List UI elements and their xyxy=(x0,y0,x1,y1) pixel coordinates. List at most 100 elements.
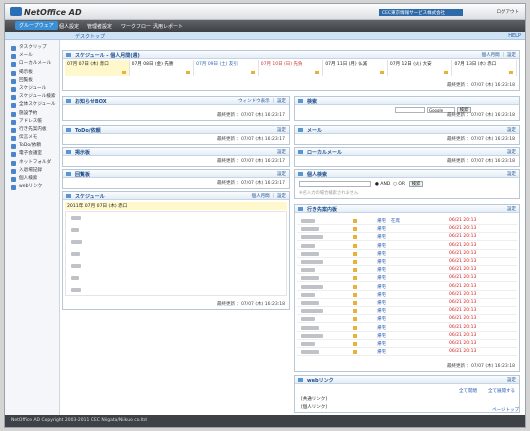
destination-row[interactable]: 帰宅 06/21 20:13 xyxy=(297,242,517,250)
sidebar-item-circular[interactable]: 回覧板 xyxy=(5,77,59,85)
add-icon[interactable] xyxy=(315,71,320,74)
status-link[interactable]: 帰宅 xyxy=(377,226,386,232)
destination-row[interactable]: 帰宅 06/21 20:13 xyxy=(297,283,517,291)
portlet-tools[interactable]: 設定 xyxy=(507,127,516,133)
sidebar-item-facility[interactable]: 施設予約 xyxy=(5,110,59,118)
day-cell[interactable]: 07月 10日 (日) 先負 xyxy=(259,60,324,76)
portlet-tools[interactable]: ウィンドウ表示 ｜ 設定 xyxy=(238,98,286,104)
memo-icon[interactable] xyxy=(353,251,357,256)
help-link[interactable]: HELP xyxy=(508,33,521,39)
memo-icon[interactable] xyxy=(353,260,357,264)
expand-all-link[interactable]: 全て展開する xyxy=(488,388,515,394)
nav-personal[interactable]: 個人設定 xyxy=(59,23,79,30)
sidebar-item-netfolder[interactable]: ネットフォルダ xyxy=(5,159,59,167)
sidebar-item-localmail[interactable]: ローカルメール xyxy=(5,60,59,68)
person-search-input[interactable] xyxy=(299,181,371,187)
sidebar-item-destination[interactable]: 行き先案内板 xyxy=(5,126,59,134)
weblink-group[interactable]: [個人リンク] xyxy=(301,404,327,410)
sidebar-item-conference[interactable]: 電子会議室 xyxy=(5,150,59,158)
status-link[interactable]: 帰宅 xyxy=(377,218,386,224)
nav-report[interactable]: 汎用レポート xyxy=(153,23,183,30)
status-link[interactable]: 帰宅 xyxy=(377,300,386,306)
destination-row[interactable]: 帰宅 06/21 20:13 xyxy=(297,299,517,307)
add-icon[interactable] xyxy=(444,71,449,74)
status-link[interactable]: 帰宅 xyxy=(377,333,386,339)
status-link[interactable]: 帰宅 xyxy=(377,308,386,314)
page-top-link[interactable]: ページトップ xyxy=(492,407,519,413)
memo-icon[interactable] xyxy=(353,292,357,297)
portlet-tools[interactable]: 設定 xyxy=(277,127,286,133)
memo-icon[interactable] xyxy=(353,268,357,273)
status-link[interactable]: 帰宅 xyxy=(377,349,386,355)
person-search-button[interactable]: 検索 xyxy=(409,181,423,187)
portlet-tools[interactable]: 個人月間 ｜ 設定 xyxy=(252,193,286,199)
nav-workflow[interactable]: ワークフロー xyxy=(121,23,151,30)
sidebar-item-tasklip[interactable]: タスクリップ xyxy=(5,44,59,52)
destination-row[interactable]: 帰宅 在席 06/21 20:13 xyxy=(297,217,517,225)
memo-icon[interactable] xyxy=(353,317,357,322)
destination-row[interactable]: 帰宅 06/21 20:13 xyxy=(297,324,517,332)
memo-icon[interactable] xyxy=(353,243,357,248)
status-link[interactable]: 帰宅 xyxy=(377,292,386,298)
portlet-tools[interactable]: 設定 xyxy=(507,171,516,177)
destination-row[interactable]: 帰宅 06/21 20:13 xyxy=(297,274,517,283)
status-link[interactable]: 帰宅 xyxy=(377,275,386,281)
destination-row[interactable]: 帰宅 06/21 20:13 xyxy=(297,258,517,266)
sidebar-item-all-schedule[interactable]: 全体スケジュール xyxy=(5,101,59,109)
status-link[interactable]: 帰宅 xyxy=(377,341,386,347)
memo-icon[interactable] xyxy=(353,235,357,240)
status-link[interactable]: 帰宅 xyxy=(377,325,386,331)
portlet-tools[interactable]: 設定 xyxy=(277,171,286,177)
portlet-tools[interactable]: 設定 xyxy=(507,206,516,212)
logout-link[interactable]: ログアウト xyxy=(497,9,520,15)
or-radio[interactable]: ○ OR xyxy=(393,182,405,187)
sidebar-item-person-search[interactable]: 個人検索 xyxy=(5,175,59,183)
day-cell[interactable]: 07月 09日 (土) 友引 xyxy=(194,60,259,76)
add-icon[interactable] xyxy=(379,71,384,74)
status-link[interactable]: 帰宅 xyxy=(377,234,386,240)
collapse-all-link[interactable]: 全て開閉 xyxy=(459,388,477,394)
destination-row[interactable]: 帰宅 06/21 20:13 xyxy=(297,332,517,340)
memo-icon[interactable] xyxy=(353,219,357,223)
weblink-group[interactable]: [共通リンク] xyxy=(301,396,327,402)
memo-icon[interactable] xyxy=(353,227,357,232)
status-link[interactable]: 帰宅 xyxy=(377,267,386,273)
sidebar-item-weblink[interactable]: webリンク xyxy=(5,183,59,191)
status-link[interactable]: 帰宅 xyxy=(377,259,386,265)
memo-icon[interactable] xyxy=(353,301,357,305)
day-cell[interactable]: 07月 11日 (月) 仏滅 xyxy=(323,60,388,76)
destination-row[interactable]: 帰宅 06/21 20:13 xyxy=(297,250,517,258)
sidebar-item-schedule[interactable]: スケジュール xyxy=(5,85,59,93)
nav-admin[interactable]: 管理者設定 xyxy=(87,23,112,30)
portlet-tools[interactable]: 設定 xyxy=(277,149,286,155)
nav-groupware[interactable]: グループウェア xyxy=(15,21,58,30)
destination-row[interactable]: 帰宅 06/21 20:13 xyxy=(297,307,517,316)
memo-icon[interactable] xyxy=(353,350,357,355)
add-icon[interactable] xyxy=(186,71,191,74)
destination-row[interactable]: 帰宅 06/21 20:13 xyxy=(297,291,517,299)
status-link[interactable]: 帰宅 xyxy=(377,251,386,257)
app-logo[interactable]: NetOffice AD xyxy=(10,7,82,17)
memo-icon[interactable] xyxy=(353,325,357,330)
add-icon[interactable] xyxy=(121,71,126,74)
sidebar-item-address[interactable]: アドレス帳 xyxy=(5,118,59,126)
sidebar-item-schedule-search[interactable]: スケジュール検索 xyxy=(5,93,59,101)
destination-row[interactable]: 帰宅 06/21 20:13 xyxy=(297,340,517,348)
day-header[interactable]: 2011年 07月 07日 (木) 赤口 xyxy=(65,202,287,210)
add-icon[interactable] xyxy=(509,71,514,74)
sidebar-item-board[interactable]: 掲示板 xyxy=(5,69,59,77)
sidebar-item-todo[interactable]: ToDo/依頼 xyxy=(5,142,59,150)
portlet-tools[interactable]: 個人月間 ｜ 設定 xyxy=(482,52,516,58)
portlet-tools[interactable]: 設定 xyxy=(507,377,516,383)
day-cell[interactable]: 07月 13日 (水) 赤口 xyxy=(452,60,518,76)
status-link[interactable]: 帰宅 xyxy=(377,243,386,249)
memo-icon[interactable] xyxy=(353,342,357,346)
memo-icon[interactable] xyxy=(353,333,357,338)
sidebar-item-memo[interactable]: 伝言メモ xyxy=(5,134,59,142)
destination-row[interactable]: 帰宅 06/21 20:13 xyxy=(297,225,517,234)
portlet-tools[interactable]: 設定 xyxy=(507,149,516,155)
sidebar-item-mail[interactable]: メール xyxy=(5,52,59,60)
memo-icon[interactable] xyxy=(353,309,357,314)
destination-row[interactable]: 帰宅 06/21 20:13 xyxy=(297,348,517,357)
day-cell[interactable]: 07月 12日 (火) 大安 xyxy=(388,60,453,76)
